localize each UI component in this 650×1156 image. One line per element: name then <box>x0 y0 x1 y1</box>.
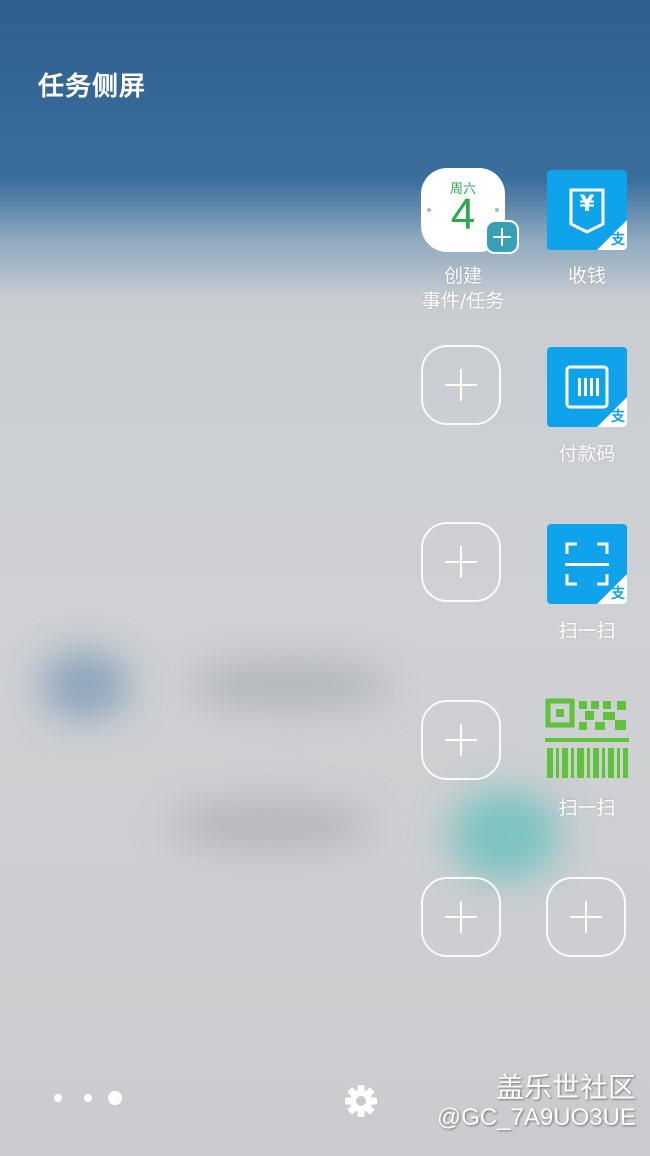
collect-money-icon[interactable]: ¥ 支 <box>547 170 627 250</box>
background-blur <box>190 660 390 710</box>
alipay-badge: 支 <box>611 586 625 602</box>
alipay-badge: 支 <box>611 232 625 248</box>
add-shortcut-button[interactable] <box>421 700 501 780</box>
alipay-badge: 支 <box>611 409 625 425</box>
yuan-symbol: ¥ <box>579 192 595 217</box>
watermark-user-id: @GC_7A9UO3UE <box>436 1104 636 1131</box>
add-shortcut-button[interactable] <box>421 877 501 957</box>
wechat-scan-label: 扫一扫 <box>558 797 616 819</box>
alipay-scan-icon[interactable]: 支 <box>547 524 627 604</box>
alipay-scan-label: 扫一扫 <box>558 620 616 642</box>
page-dot[interactable] <box>54 1094 62 1102</box>
payment-code-label: 付款码 <box>558 443 616 465</box>
add-shortcut-button[interactable] <box>546 877 626 957</box>
payment-code-icon[interactable]: 支 <box>547 347 627 427</box>
background-blur <box>170 800 370 850</box>
plus-icon <box>485 220 519 254</box>
page-title: 任务侧屏 <box>38 72 147 102</box>
qr-barcode-icon[interactable] <box>545 698 629 782</box>
calendar-shortcut-label: 创建 事件/任务 <box>421 265 505 312</box>
add-shortcut-button[interactable] <box>421 345 501 425</box>
collect-money-label: 收钱 <box>567 265 606 287</box>
gear-icon[interactable] <box>343 1083 379 1119</box>
add-shortcut-button[interactable] <box>421 522 501 602</box>
page-dot-active[interactable] <box>108 1091 122 1105</box>
page-dot[interactable] <box>84 1094 92 1102</box>
background-blur <box>40 650 130 720</box>
watermark-community: 盖乐世社区 <box>495 1071 636 1104</box>
